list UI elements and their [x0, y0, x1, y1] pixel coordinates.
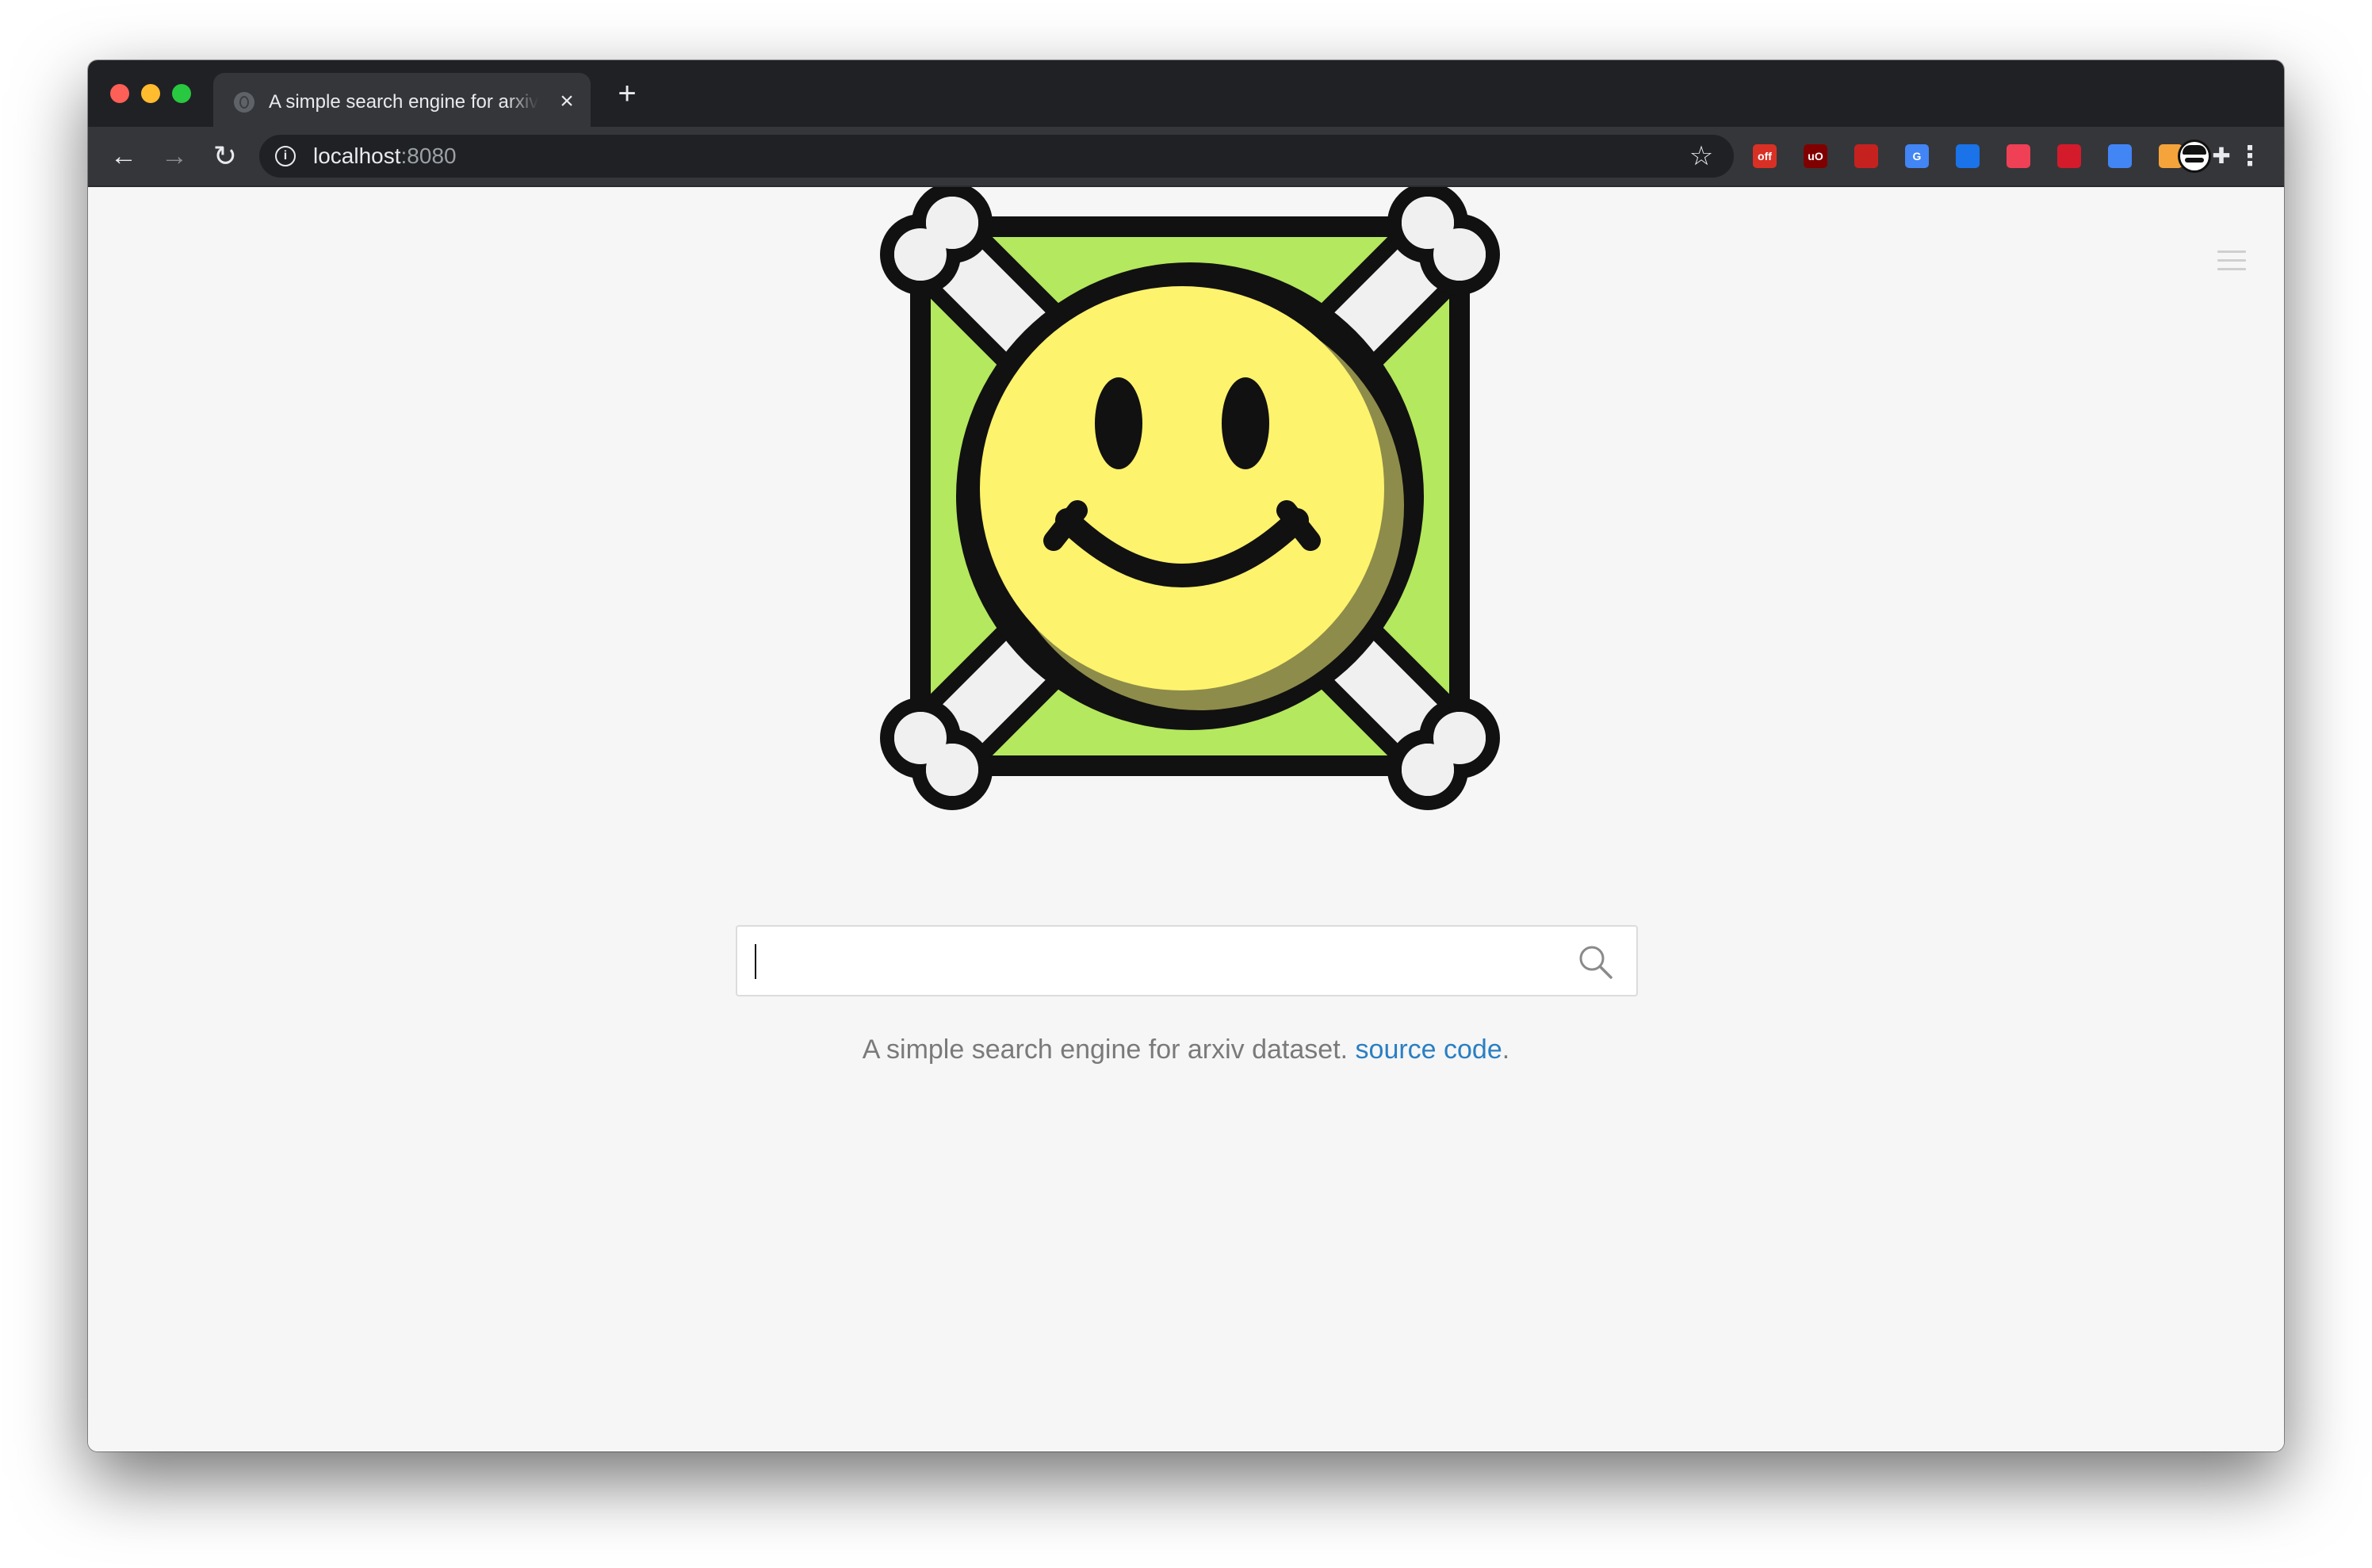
search-icon[interactable]	[1578, 944, 1614, 981]
title-bar: A simple search engine for arxiv dataset…	[88, 60, 2284, 127]
tab-close-icon[interactable]: ×	[554, 89, 580, 114]
info-icon[interactable]: i	[275, 146, 296, 166]
url-host: localhost	[313, 143, 401, 168]
browser-menu-icon[interactable]: ⋮	[2236, 140, 2263, 173]
new-tab-button[interactable]: +	[611, 78, 643, 109]
scholar-icon[interactable]	[2108, 144, 2132, 168]
smiley-crossbones-logo	[880, 187, 1500, 810]
off-extension-icon-badge: off	[1758, 150, 1772, 163]
google-translate-icon[interactable]: G	[1905, 144, 1929, 168]
browser-window: A simple search engine for arxiv dataset…	[88, 60, 2284, 1451]
google-translate-icon-badge: G	[1912, 150, 1922, 163]
url-port: :8080	[400, 143, 457, 168]
tagline-suffix: .	[1502, 1034, 1510, 1065]
bookmark-ext-icon[interactable]	[1854, 144, 1878, 168]
ublock-icon[interactable]: uO	[1804, 144, 1827, 168]
browser-tab[interactable]: A simple search engine for arxiv dataset…	[213, 73, 591, 127]
tab-title: A simple search engine for arxiv dataset	[269, 91, 538, 113]
off-extension-icon[interactable]: off	[1753, 144, 1777, 168]
back-button[interactable]: ←	[107, 140, 140, 173]
tagline-text: A simple search engine for arxiv dataset…	[862, 1034, 1356, 1065]
url-text[interactable]: localhost:8080	[313, 143, 457, 169]
forward-button[interactable]: →	[158, 140, 191, 173]
minimize-window-button[interactable]	[141, 84, 160, 103]
ublock-icon-badge: uO	[1808, 150, 1823, 163]
close-window-button[interactable]	[110, 84, 129, 103]
search-input[interactable]	[752, 935, 1548, 989]
text-caret	[755, 944, 756, 979]
screenshot-ext-icon[interactable]	[1956, 144, 1980, 168]
address-bar[interactable]: i localhost:8080 ☆	[259, 135, 1734, 178]
profile-avatar[interactable]	[2178, 140, 2211, 173]
tagline: A simple search engine for arxiv dataset…	[88, 1032, 2284, 1067]
bookmark-star-icon[interactable]: ☆	[1686, 141, 1716, 171]
maximize-window-button[interactable]	[172, 84, 191, 103]
pocket-icon[interactable]	[2007, 144, 2030, 168]
search-box[interactable]	[736, 925, 1638, 996]
extensions-puzzle-icon[interactable]: ✚	[2209, 144, 2233, 168]
mendeley-icon[interactable]	[2057, 144, 2081, 168]
reload-button[interactable]: ↻	[209, 140, 242, 173]
page-content: A simple search engine for arxiv dataset…	[88, 187, 2284, 1451]
globe-icon	[234, 92, 254, 113]
source-code-link[interactable]: source code	[1356, 1034, 1502, 1065]
browser-toolbar: ← → ↻ i localhost:8080 ☆ off uO G ✚ ⋮	[88, 127, 2284, 187]
hamburger-menu-icon[interactable]	[2217, 250, 2246, 271]
